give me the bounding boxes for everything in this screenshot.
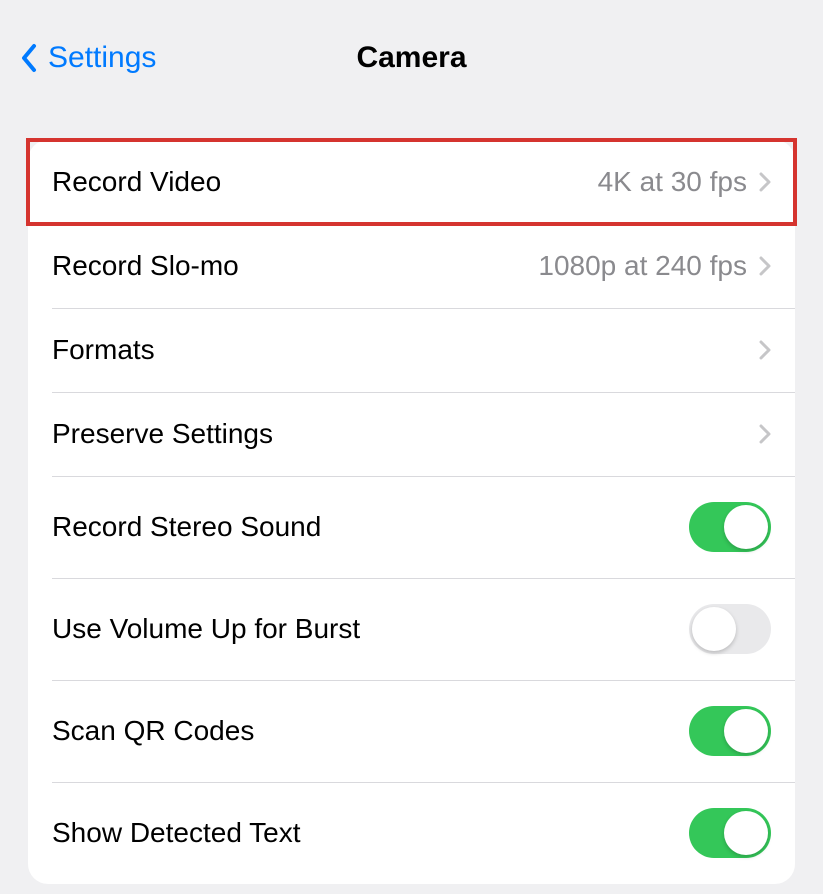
row-label: Scan QR Codes <box>52 715 254 747</box>
toggle-knob <box>724 505 768 549</box>
back-button[interactable]: Settings <box>20 41 156 75</box>
toggle-knob <box>724 811 768 855</box>
toggle-stereo[interactable] <box>689 502 771 552</box>
row-label: Use Volume Up for Burst <box>52 613 360 645</box>
row-label: Record Video <box>52 166 221 198</box>
chevron-right-icon <box>759 340 771 360</box>
row-show-detected-text[interactable]: Show Detected Text <box>28 782 795 884</box>
toggle-detected-text[interactable] <box>689 808 771 858</box>
row-volume-up-burst[interactable]: Use Volume Up for Burst <box>28 578 795 680</box>
toggle-scan-qr[interactable] <box>689 706 771 756</box>
row-preserve-settings[interactable]: Preserve Settings <box>28 392 795 476</box>
row-label: Formats <box>52 334 155 366</box>
row-label: Record Slo-mo <box>52 250 239 282</box>
row-formats[interactable]: Formats <box>28 308 795 392</box>
row-label: Record Stereo Sound <box>52 511 321 543</box>
chevron-right-icon <box>759 256 771 276</box>
nav-bar: Settings Camera <box>0 0 823 110</box>
row-right <box>759 340 771 360</box>
settings-group: Record Video 4K at 30 fps Record Slo-mo … <box>28 140 795 884</box>
row-right <box>759 424 771 444</box>
toggle-volume-burst[interactable] <box>689 604 771 654</box>
chevron-right-icon <box>759 424 771 444</box>
row-label: Preserve Settings <box>52 418 273 450</box>
chevron-left-icon <box>20 43 38 73</box>
row-record-stereo-sound[interactable]: Record Stereo Sound <box>28 476 795 578</box>
row-value: 1080p at 240 fps <box>538 250 747 282</box>
chevron-right-icon <box>759 172 771 192</box>
row-right: 1080p at 240 fps <box>538 250 771 282</box>
row-record-video[interactable]: Record Video 4K at 30 fps <box>28 140 795 224</box>
row-value: 4K at 30 fps <box>598 166 747 198</box>
row-right: 4K at 30 fps <box>598 166 771 198</box>
back-label: Settings <box>48 41 156 75</box>
row-scan-qr-codes[interactable]: Scan QR Codes <box>28 680 795 782</box>
toggle-knob <box>724 709 768 753</box>
row-label: Show Detected Text <box>52 817 301 849</box>
row-record-slomo[interactable]: Record Slo-mo 1080p at 240 fps <box>28 224 795 308</box>
toggle-knob <box>692 607 736 651</box>
